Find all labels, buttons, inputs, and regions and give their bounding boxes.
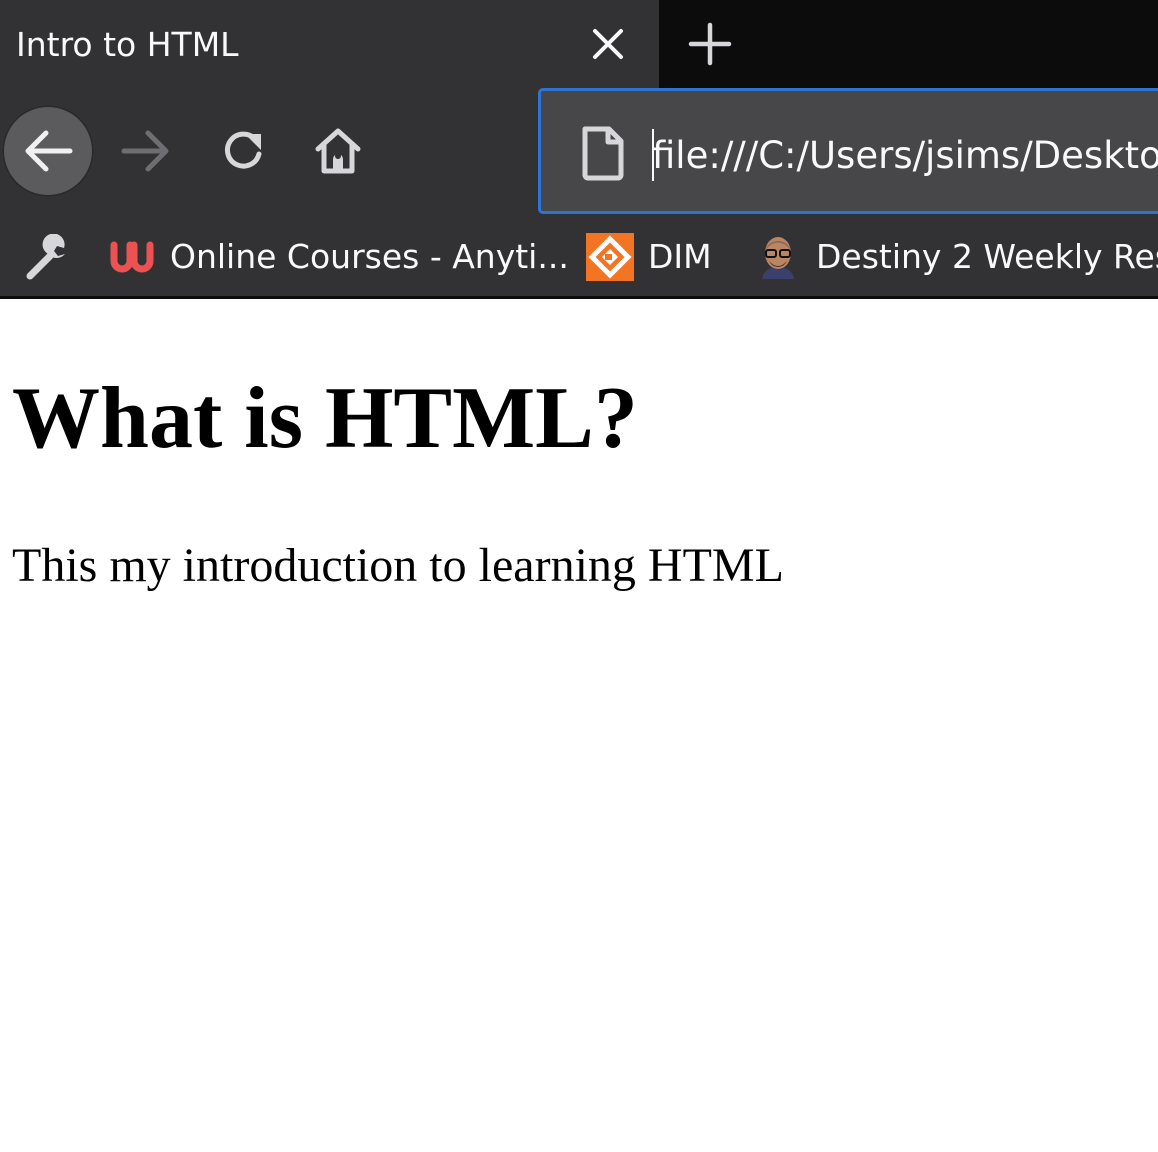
home-icon xyxy=(315,128,361,174)
tab-active[interactable]: Intro to HTML xyxy=(0,0,659,88)
page-heading: What is HTML? xyxy=(12,370,638,467)
bookmarks-toolbar: Online Courses - Anyti... DIM Destiny 2 xyxy=(0,218,1158,299)
wrench-icon xyxy=(26,234,65,280)
url-input[interactable]: file:///C:/Users/jsims/Deskto xyxy=(652,133,1158,179)
page-icon xyxy=(582,126,624,181)
reload-icon xyxy=(225,131,262,169)
tab-title: Intro to HTML xyxy=(16,25,239,64)
address-bar[interactable]: file:///C:/Users/jsims/Deskto xyxy=(538,88,1158,214)
bookmark-udemy[interactable]: Online Courses - Anyti... xyxy=(108,228,569,286)
dim-icon xyxy=(586,233,634,281)
arrow-right-icon xyxy=(121,130,169,172)
page-content: What is HTML? This my introduction to le… xyxy=(0,299,1158,1152)
new-tab-button[interactable] xyxy=(684,18,736,70)
bookmark-dim[interactable]: DIM xyxy=(586,228,712,286)
home-button[interactable] xyxy=(292,105,384,197)
bookmark-destiny[interactable]: Destiny 2 Weekly Rese xyxy=(754,228,1158,286)
tab-strip: Intro to HTML xyxy=(0,0,1158,88)
arrow-left-icon xyxy=(25,130,73,172)
navigation-toolbar: file:///C:/Users/jsims/Deskto xyxy=(0,88,1158,218)
close-icon xyxy=(593,29,623,59)
page-paragraph: This my introduction to learning HTML xyxy=(12,539,784,592)
tab-close-button[interactable] xyxy=(584,20,632,68)
bookmark-label: Online Courses - Anyti... xyxy=(170,237,569,276)
forward-button[interactable] xyxy=(100,105,192,197)
reload-button[interactable] xyxy=(198,105,290,197)
tools-button[interactable] xyxy=(22,232,74,284)
bookmark-label: DIM xyxy=(648,237,712,276)
bookmark-label: Destiny 2 Weekly Rese xyxy=(816,237,1158,276)
back-button[interactable] xyxy=(2,105,94,197)
udemy-icon xyxy=(108,233,156,281)
avatar-icon xyxy=(754,233,802,281)
plus-icon xyxy=(688,22,732,66)
